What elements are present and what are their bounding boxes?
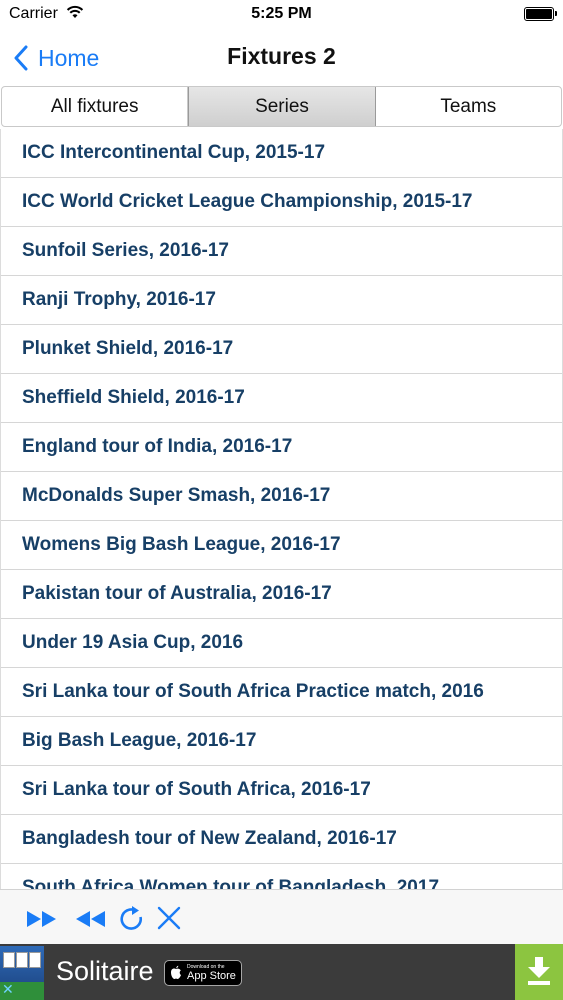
page-title: Fixtures 2 xyxy=(227,43,336,69)
badge-big-text: App Store xyxy=(187,970,236,982)
list-item[interactable]: England tour of India, 2016-17 xyxy=(1,423,562,472)
status-time: 5:25 PM xyxy=(251,5,312,22)
list-item-label: ICC World Cricket League Championship, 2… xyxy=(22,191,473,212)
list-item-label: South Africa Women tour of Bangladesh, 2… xyxy=(22,877,440,889)
apple-icon xyxy=(171,965,181,979)
list-item[interactable]: Plunket Shield, 2016-17 xyxy=(1,325,562,374)
ad-banner[interactable]: ✕ Solitaire Download on the App Store xyxy=(0,944,563,1000)
list-item[interactable]: Bangladesh tour of New Zealand, 2016-17 xyxy=(1,815,562,864)
tab-all-fixtures[interactable]: All fixtures xyxy=(2,87,189,126)
tab-teams[interactable]: Teams xyxy=(376,87,561,126)
list-item[interactable]: Sheffield Shield, 2016-17 xyxy=(1,374,562,423)
list-item[interactable]: Big Bash League, 2016-17 xyxy=(1,717,562,766)
list-item[interactable]: ICC Intercontinental Cup, 2015-17 xyxy=(1,129,562,178)
list-item-label: McDonalds Super Smash, 2016-17 xyxy=(22,485,331,506)
ad-title: Solitaire xyxy=(56,956,154,986)
bottom-toolbar xyxy=(0,889,563,944)
fast-forward-icon[interactable] xyxy=(26,909,60,929)
list-item-label: Pakistan tour of Australia, 2016-17 xyxy=(22,583,332,604)
download-icon xyxy=(528,957,550,985)
list-item[interactable]: McDonalds Super Smash, 2016-17 xyxy=(1,472,562,521)
close-icon[interactable] xyxy=(157,906,181,930)
list-item-label: Sri Lanka tour of South Africa Practice … xyxy=(22,681,484,702)
segmented-control: All fixtures Series Teams xyxy=(1,86,562,127)
app-store-badge[interactable]: Download on the App Store xyxy=(164,960,242,986)
list-item[interactable]: Womens Big Bash League, 2016-17 xyxy=(1,521,562,570)
navigation-bar: Home Fixtures 2 xyxy=(0,30,563,86)
list-item-label: Plunket Shield, 2016-17 xyxy=(22,338,234,359)
list-item[interactable]: Ranji Trophy, 2016-17 xyxy=(1,276,562,325)
tab-series[interactable]: Series xyxy=(188,87,376,126)
list-item-label: Ranji Trophy, 2016-17 xyxy=(22,289,216,310)
list-item[interactable]: ICC World Cricket League Championship, 2… xyxy=(1,178,562,227)
list-item[interactable]: Sunfoil Series, 2016-17 xyxy=(1,227,562,276)
list-item-label: Sunfoil Series, 2016-17 xyxy=(22,240,229,261)
list-item-label: Sri Lanka tour of South Africa, 2016-17 xyxy=(22,779,371,800)
rewind-icon[interactable] xyxy=(73,909,107,929)
list-item[interactable]: South Africa Women tour of Bangladesh, 2… xyxy=(1,864,562,889)
list-item-label: England tour of India, 2016-17 xyxy=(22,436,293,457)
download-button[interactable] xyxy=(515,944,563,1000)
list-item-label: ICC Intercontinental Cup, 2015-17 xyxy=(22,142,326,163)
list-item[interactable]: Sri Lanka tour of South Africa Practice … xyxy=(1,668,562,717)
ad-close-icon[interactable]: ✕ xyxy=(2,982,14,998)
list-item-label: Big Bash League, 2016-17 xyxy=(22,730,257,751)
solitaire-app-icon[interactable]: ✕ xyxy=(0,946,44,1000)
list-item-label: Bangladesh tour of New Zealand, 2016-17 xyxy=(22,828,397,849)
series-list[interactable]: ICC Intercontinental Cup, 2015-17 ICC Wo… xyxy=(0,129,563,889)
refresh-icon[interactable] xyxy=(118,905,146,933)
list-item-label: Sheffield Shield, 2016-17 xyxy=(22,387,245,408)
list-item-label: Womens Big Bash League, 2016-17 xyxy=(22,534,341,555)
list-item[interactable]: Pakistan tour of Australia, 2016-17 xyxy=(1,570,562,619)
list-item[interactable]: Under 19 Asia Cup, 2016 xyxy=(1,619,562,668)
battery-icon xyxy=(524,7,557,21)
list-item-label: Under 19 Asia Cup, 2016 xyxy=(22,632,244,653)
status-bar: Carrier 5:25 PM xyxy=(0,0,563,30)
list-item[interactable]: Sri Lanka tour of South Africa, 2016-17 xyxy=(1,766,562,815)
